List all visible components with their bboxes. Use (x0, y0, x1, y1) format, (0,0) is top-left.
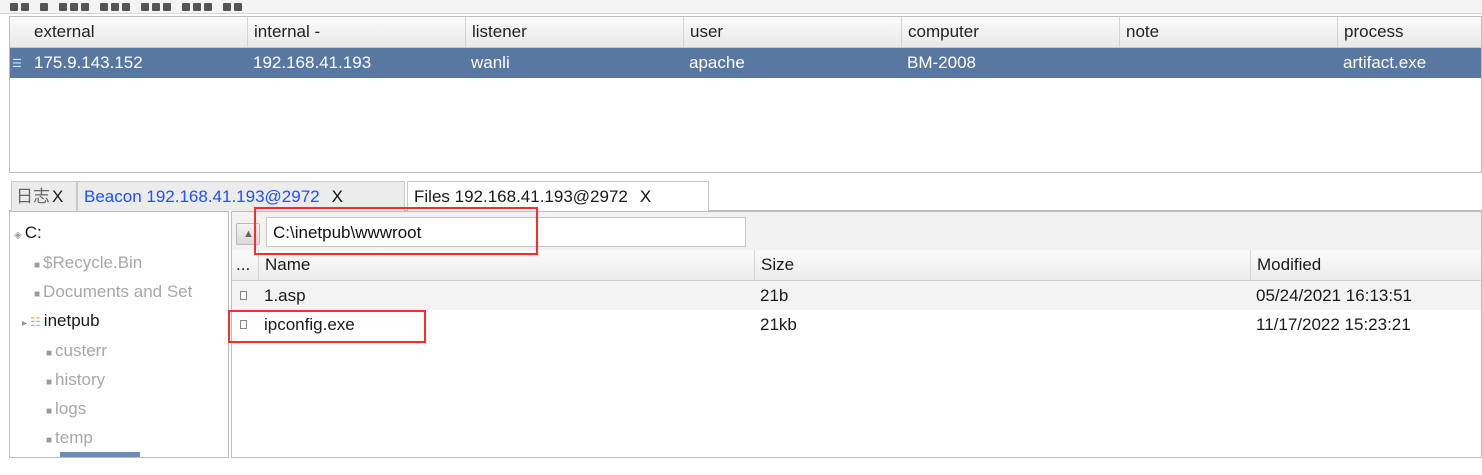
beacon-table-header: external internal - listener user comput… (10, 17, 1481, 48)
cell-internal: 192.168.41.193 (253, 53, 372, 72)
tree-item-label: temp (55, 428, 93, 447)
tree-item-inetpub[interactable]: ▸ ☷ inetpub (22, 308, 100, 334)
tab-beacon-close[interactable]: X (332, 187, 343, 206)
list-icon[interactable] (59, 2, 67, 11)
screenshot-icon[interactable] (81, 2, 89, 11)
tree-item-label: history (55, 370, 106, 389)
up-arrow-icon: ▲ (243, 228, 254, 240)
shell-icon[interactable] (204, 2, 212, 11)
cell-user: apache (689, 53, 745, 72)
cloud-icon[interactable] (152, 2, 160, 11)
tree-item-label: inetpub (43, 311, 100, 330)
column-process[interactable]: process (1337, 17, 1482, 47)
cell-note (1119, 48, 1125, 78)
cell-process: artifact.exe (1343, 53, 1427, 72)
expand-icon[interactable]: ▸ (22, 318, 27, 329)
tree-root-label: C: (24, 223, 42, 242)
settings-icon[interactable] (141, 2, 149, 11)
beacon-table: external internal - listener user comput… (9, 16, 1482, 173)
keyboard-icon[interactable] (122, 2, 130, 11)
toolbar (0, 0, 1482, 14)
file-icon (240, 291, 247, 300)
key-icon[interactable] (111, 2, 119, 11)
column-external[interactable]: external (28, 17, 247, 47)
tree-item-label: $Recycle.Bin (43, 253, 143, 272)
column-note[interactable]: note (1119, 17, 1337, 47)
headphones-icon[interactable] (40, 2, 48, 11)
tree-item-logs[interactable]: ■ logs (46, 396, 86, 422)
cell-external: 175.9.143.152 (34, 53, 143, 72)
download-icon[interactable] (100, 2, 108, 11)
folder-icon: ■ (46, 406, 53, 417)
beacon-row[interactable]: ☰ 175.9.143.152 192.168.41.193 wanli apa… (10, 48, 1481, 78)
open-folder-icon: ☷ (30, 315, 41, 329)
folder-icon: ■ (46, 377, 53, 388)
cell-computer: BM-2008 (907, 53, 976, 72)
tab-log[interactable]: 日志 X (11, 181, 77, 211)
path-highlight-box (254, 207, 538, 255)
tree-item-label: custerr (55, 341, 108, 360)
notes-icon[interactable] (163, 2, 171, 11)
tree-item-label: logs (55, 399, 87, 418)
column-user[interactable]: user (683, 17, 901, 47)
folder-icon: ■ (46, 348, 53, 359)
folder-icon: ■ (46, 435, 53, 446)
tab-bar: 日志 X Beacon 192.168.41.193@2972 X Files 19… (9, 181, 1482, 211)
tab-files-label: Files 192.168.41.193@2972 (414, 187, 628, 206)
tab-log-label: 日志 (16, 187, 50, 206)
file-highlight-box (228, 310, 426, 343)
file-row[interactable]: 1.asp 21b 05/24/2021 16:13:51 (232, 281, 1481, 310)
file-modified: 11/17/2022 15:23:21 (1256, 315, 1411, 334)
drive-icon: ◈ (14, 230, 22, 241)
tree-item-custerr[interactable]: ■ custerr (46, 338, 107, 364)
info-icon[interactable] (223, 2, 231, 11)
disconnect-icon[interactable] (21, 2, 29, 11)
file-size: 21b (760, 286, 789, 305)
column-computer[interactable]: computer (901, 17, 1119, 47)
tree-item-history[interactable]: ■ history (46, 367, 105, 393)
tab-log-close[interactable]: X (52, 187, 63, 206)
log-icon[interactable] (234, 2, 242, 11)
tab-beacon-label: Beacon 192.168.41.193@2972 (84, 187, 320, 206)
tree-scrollbar[interactable] (60, 452, 140, 457)
column-listener[interactable]: listener (465, 17, 683, 47)
tree-item-temp[interactable]: ■ temp (46, 425, 93, 451)
tab-files-close[interactable]: X (640, 187, 651, 206)
column-internal[interactable]: internal - (247, 17, 465, 47)
beacon-session-icon: ☰ (12, 58, 22, 70)
file-name: 1.asp (264, 286, 306, 305)
tree-item-recycle-bin[interactable]: ■ $Recycle.Bin (34, 250, 142, 276)
folder-icon: ■ (34, 289, 41, 300)
connect-icon[interactable] (10, 2, 18, 11)
column-size[interactable]: Size (754, 250, 1250, 280)
tree-item-documents[interactable]: ■ Documents and Set (34, 279, 192, 305)
folder-icon: ■ (34, 260, 41, 271)
column-modified[interactable]: Modified (1250, 250, 1481, 280)
web-icon[interactable] (182, 2, 190, 11)
tree-item-label: Documents and Set (43, 282, 193, 301)
tree-root[interactable]: ◈ C: (14, 220, 42, 246)
file-tree: ◈ C: ■ $Recycle.Bin ■ Documents and Set ▸ ☷ i… (9, 211, 229, 458)
file-modified: 05/24/2021 16:13:51 (1256, 286, 1412, 305)
target-icon[interactable] (70, 2, 78, 11)
cell-listener: wanli (471, 53, 510, 72)
file-size: 21kb (760, 315, 797, 334)
link-icon[interactable] (193, 2, 201, 11)
